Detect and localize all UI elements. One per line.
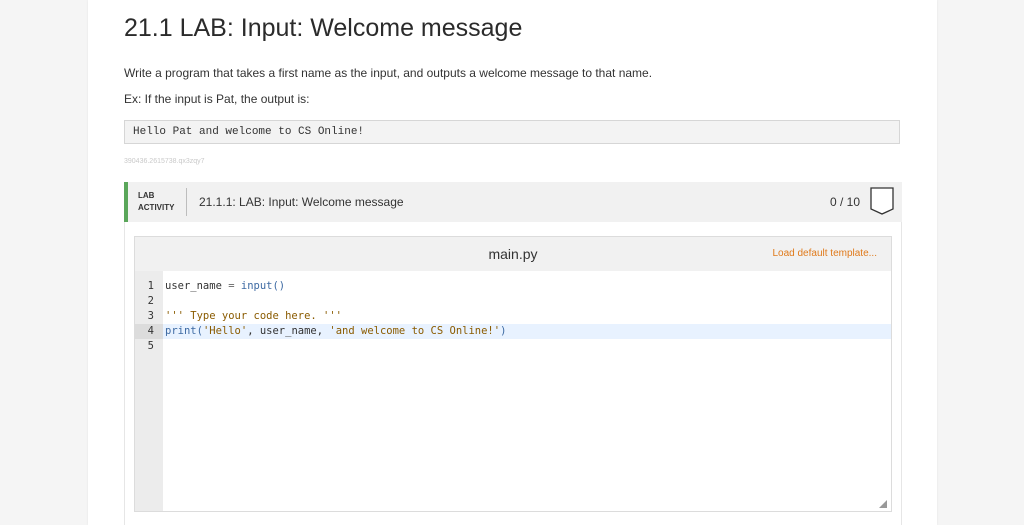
lab-tag-line2: ACTIVITY (138, 203, 175, 212)
code-text[interactable]: print('Hello', user_name, 'and welcome t… (165, 324, 506, 339)
line-number: 4 (135, 324, 163, 339)
lab-divider (186, 188, 187, 216)
code-text[interactable]: user_name = input() (165, 279, 285, 294)
code-token: 'Hello' (202, 325, 248, 337)
example-intro: Ex: If the input is Pat, the output is: (124, 92, 310, 106)
load-default-template-link[interactable]: Load default template... (772, 248, 877, 259)
score-badge-icon (870, 187, 894, 215)
lab-activity-tag: LAB ACTIVITY (138, 190, 174, 214)
lab-activity-name: 21.1.1: LAB: Input: Welcome message (199, 195, 404, 209)
line-number: 2 (147, 295, 154, 307)
code-editor[interactable]: main.py Load default template... 1 user_n… (134, 236, 892, 512)
code-token: ''' Type your code here. ''' (165, 310, 343, 322)
lab-activity-header: LAB ACTIVITY 21.1.1: LAB: Input: Welcome… (124, 182, 902, 222)
code-token: user_name (165, 280, 222, 292)
task-description: Write a program that takes a first name … (124, 66, 653, 80)
line-number: 5 (147, 340, 154, 352)
code-token: print( (165, 325, 203, 337)
lab-tag-line1: LAB (138, 191, 155, 200)
resize-handle-icon[interactable] (879, 500, 887, 508)
line-number: 3 (147, 310, 154, 322)
code-text[interactable]: ''' Type your code here. ''' (165, 309, 342, 324)
page-content: 21.1 LAB: Input: Welcome message Write a… (88, 0, 937, 525)
code-line[interactable]: 5 (135, 339, 891, 354)
code-token: = (221, 280, 241, 292)
code-line[interactable]: 4 print('Hello', user_name, 'and welcome … (135, 324, 891, 339)
code-line[interactable]: 1 user_name = input() (135, 279, 891, 294)
page-title: 21.1 LAB: Input: Welcome message (124, 14, 523, 42)
example-output: Hello Pat and welcome to CS Online! (124, 120, 900, 144)
code-line[interactable]: 2 (135, 294, 891, 309)
code-token: , user_name, (247, 325, 330, 337)
score-label: 0 / 10 (829, 195, 860, 209)
line-number: 1 (147, 280, 154, 292)
code-line[interactable]: 3 ''' Type your code here. ''' (135, 309, 891, 324)
code-token: 'and welcome to CS Online!' (329, 325, 501, 337)
code-token: ) (500, 325, 507, 337)
editor-header: main.py Load default template... (135, 237, 891, 271)
code-area[interactable]: 1 user_name = input() 2 3 ''' Type your code… (135, 279, 891, 354)
code-token: input() (240, 280, 286, 292)
watermark-code: 390436.2615738.qx3zqy7 (124, 158, 205, 165)
